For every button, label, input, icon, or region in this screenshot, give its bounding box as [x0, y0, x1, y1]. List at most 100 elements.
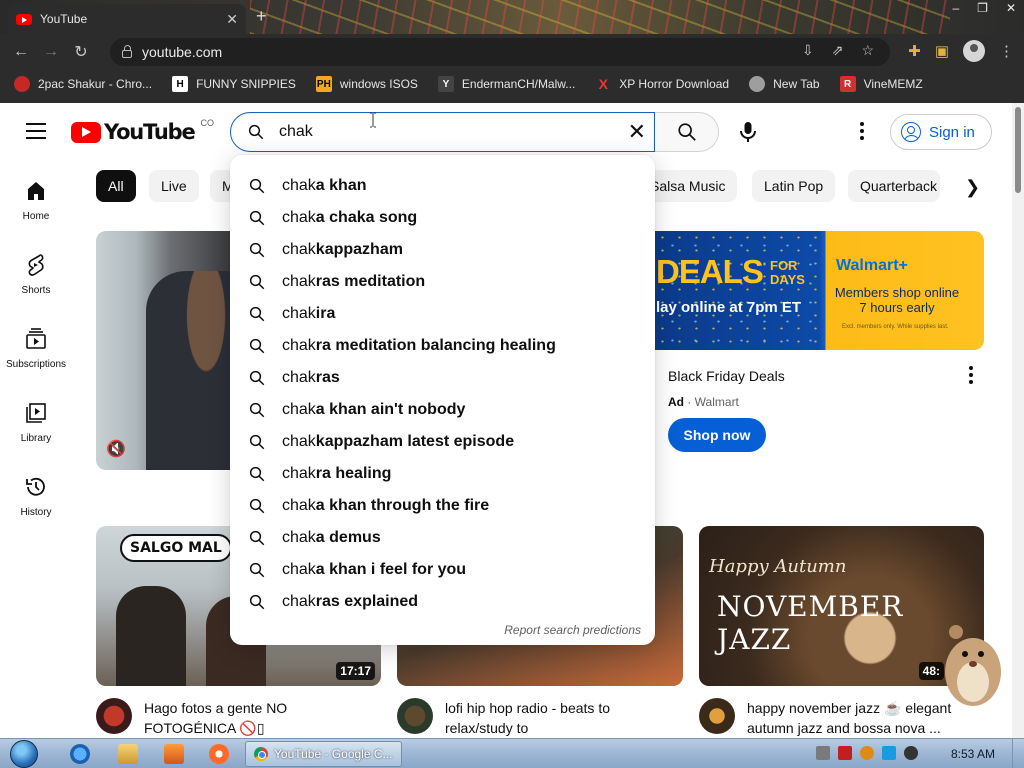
bookmark-star-icon[interactable]: ☆	[861, 42, 874, 59]
youtube-logo[interactable]: YouTube CO	[71, 118, 214, 144]
side-panel-icon[interactable]: ▣	[935, 42, 949, 60]
video-info: lofi hip hop radio - beats to relax/stud…	[397, 698, 665, 738]
back-arrow-icon[interactable]: ←	[6, 43, 36, 61]
search-icon	[249, 178, 265, 194]
channel-avatar[interactable]	[96, 698, 132, 734]
search-input[interactable]	[279, 123, 619, 141]
bookmark-item[interactable]: H FUNNY SNIPPIES	[172, 76, 296, 92]
minimize-button[interactable]: –	[952, 1, 959, 15]
lock-icon[interactable]	[122, 45, 132, 58]
walmart-ad-banner[interactable]: DEALS FOR DAYS lay online at 7pm ET Walm…	[654, 231, 984, 350]
report-search-predictions-link[interactable]: Report search predictions	[504, 623, 641, 637]
maximize-button[interactable]: ❐	[977, 1, 988, 15]
search-suggestion-item[interactable]: chak kappazham latest episode	[230, 426, 655, 458]
taskbar-clock[interactable]: 8:53 AM	[951, 747, 995, 761]
sign-in-label: Sign in	[929, 123, 975, 141]
bookmark-item[interactable]: R VineMEMZ	[839, 76, 923, 92]
search-button[interactable]	[655, 112, 719, 152]
search-suggestion-item[interactable]: chak a khan through the fire	[230, 490, 655, 522]
new-tab-button[interactable]: +	[256, 6, 267, 27]
ad-more-options-icon[interactable]	[966, 366, 976, 384]
file-explorer-icon[interactable]	[118, 744, 138, 764]
url-text: youtube.com	[142, 44, 223, 60]
paint-icon[interactable]	[209, 744, 229, 764]
text-cursor-icon	[370, 112, 376, 128]
search-suggestion-item[interactable]: chak ras explained	[230, 586, 655, 618]
search-suggestion-item[interactable]: chak a khan	[230, 170, 655, 202]
chip-quarterback[interactable]: Quarterback	[848, 170, 940, 202]
search-suggestion-item[interactable]: chak ra healing	[230, 458, 655, 490]
chevron-right-icon[interactable]: ❯	[965, 177, 980, 198]
h-favicon-icon: H	[172, 76, 189, 92]
chip-live[interactable]: Live	[149, 170, 199, 202]
search-suggestion-item[interactable]: chak kappazham	[230, 234, 655, 266]
media-player-icon[interactable]	[164, 744, 184, 764]
channel-avatar[interactable]	[699, 698, 735, 734]
start-button[interactable]	[6, 739, 42, 768]
suggestion-completion-text: kappazham latest episode	[315, 433, 515, 450]
featured-video-player[interactable]: 🔇	[96, 231, 231, 470]
browser-tab-youtube[interactable]: YouTube ✕	[8, 4, 246, 34]
tray-monitor-icon[interactable]	[882, 746, 896, 760]
sidebar-item-history[interactable]: History	[0, 455, 72, 529]
search-suggestion-item[interactable]: chak a chaka song	[230, 202, 655, 234]
chip-all[interactable]: All	[96, 170, 136, 202]
tray-network-icon[interactable]	[816, 746, 830, 760]
video-title[interactable]: Hago fotos a gente NO FOTOGÉNICA 🚫▯	[144, 698, 364, 738]
search-suggestion-item[interactable]: chak ra meditation balancing healing	[230, 330, 655, 362]
forward-arrow-icon[interactable]: →	[36, 43, 66, 61]
ad-title[interactable]: Black Friday Deals	[668, 368, 785, 384]
bookmark-item[interactable]: X XP Horror Download	[595, 76, 730, 92]
chip-latin-pop[interactable]: Latin Pop	[752, 170, 836, 202]
bookmark-item[interactable]: PH windows ISOS	[315, 76, 418, 92]
suggestion-completion-text: ras	[315, 369, 340, 386]
sidebar-item-subscriptions[interactable]: Subscriptions	[0, 307, 72, 381]
sign-in-button[interactable]: Sign in	[890, 114, 992, 150]
page-scrollbar[interactable]	[1012, 103, 1024, 740]
tray-search-icon[interactable]	[860, 746, 874, 760]
show-desktop-button[interactable]	[1012, 739, 1024, 768]
sidebar-item-library[interactable]: Library	[0, 381, 72, 455]
share-icon[interactable]: ⇗	[832, 42, 844, 59]
taskbar-chrome-task[interactable]: YouTube - Google C...	[245, 741, 402, 767]
chrome-menu-icon[interactable]: ⋮	[999, 42, 1014, 60]
channel-avatar[interactable]	[397, 698, 433, 734]
sidebar-item-shorts[interactable]: Shorts	[0, 233, 72, 307]
search-suggestion-item[interactable]: chak ras	[230, 362, 655, 394]
bookmark-item[interactable]: New Tab	[749, 76, 820, 92]
youtube-play-icon	[71, 121, 101, 143]
search-suggestion-item[interactable]: chak ira	[230, 298, 655, 330]
scrollbar-thumb[interactable]	[1015, 107, 1021, 193]
muted-speaker-icon[interactable]: 🔇	[106, 439, 126, 459]
video-title[interactable]: happy november jazz ☕ elegant autumn jaz…	[747, 698, 967, 738]
install-app-icon[interactable]: ⇩	[802, 42, 814, 59]
search-suggestion-item[interactable]: chak a khan i feel for you	[230, 554, 655, 586]
clear-search-icon[interactable]: ✕	[628, 121, 646, 143]
internet-explorer-icon[interactable]	[70, 744, 90, 764]
address-bar[interactable]: youtube.com	[110, 38, 890, 66]
video-title[interactable]: lofi hip hop radio - beats to relax/stud…	[445, 698, 665, 738]
tray-volume-icon[interactable]	[904, 746, 918, 760]
tab-close-icon[interactable]: ✕	[226, 11, 238, 28]
suggestion-completion-text: kappazham	[315, 241, 403, 258]
search-box[interactable]: ✕	[230, 112, 655, 152]
hamster-overlay-image	[945, 625, 1001, 706]
reload-icon[interactable]: ↻	[66, 42, 96, 62]
close-window-button[interactable]: ✕	[1006, 1, 1016, 15]
profile-avatar-icon[interactable]	[963, 40, 985, 62]
search-suggestion-item[interactable]: chak a khan ain't nobody	[230, 394, 655, 426]
bookmark-item[interactable]: 2pac Shakur - Chro...	[14, 76, 152, 92]
hamburger-menu-icon[interactable]	[26, 123, 46, 139]
sidebar-item-home[interactable]: Home	[0, 159, 72, 233]
user-circle-icon	[901, 122, 921, 142]
settings-more-icon[interactable]	[850, 119, 874, 143]
search-suggestion-item[interactable]: chak a demus	[230, 522, 655, 554]
ad-advertiser[interactable]: Walmart	[695, 395, 739, 409]
extensions-puzzle-icon[interactable]: ✚	[908, 42, 921, 60]
suggestion-typed-text: chak	[282, 209, 316, 226]
voice-search-button[interactable]	[728, 112, 768, 152]
bookmark-item[interactable]: Y EndermanCH/Malw...	[437, 76, 575, 92]
shop-now-button[interactable]: Shop now	[668, 418, 766, 452]
tray-antivirus-icon[interactable]	[838, 746, 852, 760]
search-suggestion-item[interactable]: chak ras meditation	[230, 266, 655, 298]
